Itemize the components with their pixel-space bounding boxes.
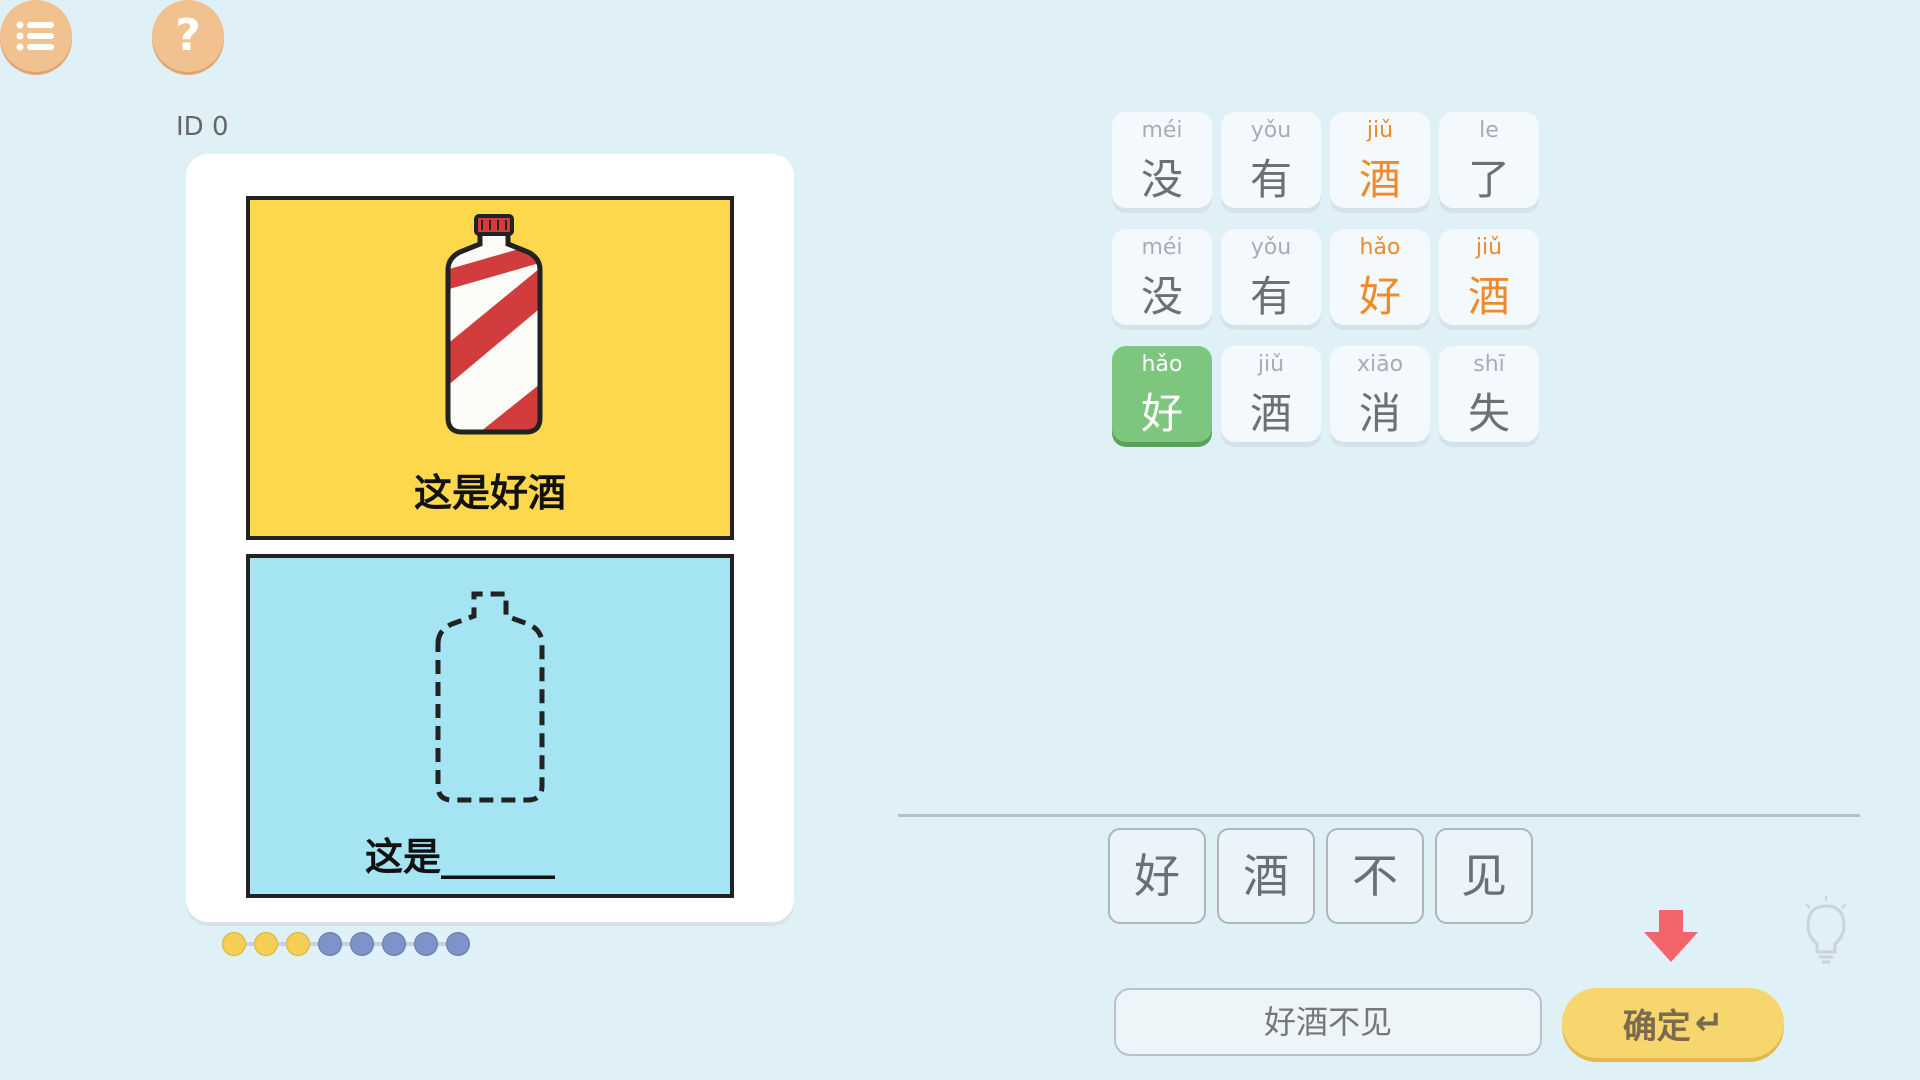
answer-input[interactable]: 好酒不见 bbox=[1114, 988, 1542, 1056]
word-tile[interactable]: jiǔ 酒 bbox=[1439, 229, 1539, 325]
tile-hanzi: 酒 bbox=[1249, 389, 1292, 438]
top-caption: 这是好酒 bbox=[413, 471, 566, 515]
down-arrow-icon bbox=[1644, 910, 1698, 962]
progress-dot bbox=[382, 932, 406, 956]
tile-pinyin: hǎo bbox=[1141, 352, 1183, 377]
word-tile[interactable]: jiǔ 酒 bbox=[1330, 112, 1430, 208]
tile-pinyin: jiǔ bbox=[1366, 118, 1394, 143]
progress-dot bbox=[414, 932, 438, 956]
picture-card: 这是好酒 这是______ bbox=[186, 154, 794, 922]
word-tile[interactable]: yǒu 有 bbox=[1221, 112, 1321, 208]
tile-hanzi: 没 bbox=[1140, 155, 1183, 204]
menu-button[interactable] bbox=[0, 0, 72, 72]
tile-pinyin: le bbox=[1479, 118, 1499, 143]
tile-pinyin: xiāo bbox=[1356, 352, 1404, 377]
word-tile[interactable]: shī 失 bbox=[1439, 346, 1539, 442]
word-tile[interactable]: méi 没 bbox=[1112, 229, 1212, 325]
hint-lightbulb-icon[interactable] bbox=[1802, 896, 1850, 966]
tile-pinyin: méi bbox=[1141, 235, 1183, 260]
tile-hanzi: 没 bbox=[1140, 272, 1183, 321]
tile-hanzi: 好 bbox=[1140, 389, 1183, 438]
help-button[interactable]: ? bbox=[152, 0, 224, 72]
answer-slot[interactable]: 见 bbox=[1435, 828, 1533, 924]
tile-hanzi: 了 bbox=[1467, 155, 1510, 204]
tile-pinyin: yǒu bbox=[1250, 235, 1292, 260]
tile-hanzi: 消 bbox=[1358, 389, 1401, 438]
word-tile[interactable]: hǎo 好 bbox=[1112, 346, 1212, 442]
tile-pinyin: shī bbox=[1473, 352, 1505, 377]
tile-hanzi: 好 bbox=[1358, 272, 1401, 321]
progress-dot bbox=[222, 932, 246, 956]
word-tile[interactable]: yǒu 有 bbox=[1221, 229, 1321, 325]
progress-dot bbox=[446, 932, 470, 956]
level-id: ID 0 bbox=[176, 112, 229, 142]
top-panel: 这是好酒 bbox=[246, 196, 734, 540]
tile-pinyin: jiǔ bbox=[1475, 235, 1503, 260]
progress-dot bbox=[318, 932, 342, 956]
tile-pinyin: yǒu bbox=[1250, 118, 1292, 143]
word-tile[interactable]: le 了 bbox=[1439, 112, 1539, 208]
tile-hanzi: 有 bbox=[1249, 272, 1292, 321]
confirm-label: 确定 bbox=[1622, 1006, 1691, 1047]
confirm-button[interactable]: 确定 ↵ bbox=[1562, 988, 1784, 1058]
tile-pinyin: hǎo bbox=[1359, 235, 1401, 260]
tile-hanzi: 酒 bbox=[1467, 272, 1510, 321]
answer-divider bbox=[898, 814, 1860, 817]
enter-return-icon: ↵ bbox=[1694, 1003, 1724, 1043]
word-tile[interactable]: jiǔ 酒 bbox=[1221, 346, 1321, 442]
tile-hanzi: 有 bbox=[1249, 155, 1292, 204]
progress-dot bbox=[286, 932, 310, 956]
tile-pinyin: méi bbox=[1141, 118, 1183, 143]
tile-pinyin: jiǔ bbox=[1257, 352, 1285, 377]
tile-hanzi: 失 bbox=[1467, 389, 1510, 438]
bottom-caption: 这是______ bbox=[364, 835, 555, 879]
word-tile[interactable]: xiāo 消 bbox=[1330, 346, 1430, 442]
list-menu-icon bbox=[16, 21, 54, 51]
answer-slot[interactable]: 不 bbox=[1326, 828, 1424, 924]
word-tile[interactable]: méi 没 bbox=[1112, 112, 1212, 208]
progress-dot bbox=[254, 932, 278, 956]
tile-hanzi: 酒 bbox=[1358, 155, 1401, 204]
word-tile[interactable]: hǎo 好 bbox=[1330, 229, 1430, 325]
help-icon: ? bbox=[175, 10, 201, 61]
answer-slot[interactable]: 酒 bbox=[1217, 828, 1315, 924]
progress-dot bbox=[350, 932, 374, 956]
bottom-panel: 这是______ bbox=[246, 554, 734, 898]
answer-slot[interactable]: 好 bbox=[1108, 828, 1206, 924]
